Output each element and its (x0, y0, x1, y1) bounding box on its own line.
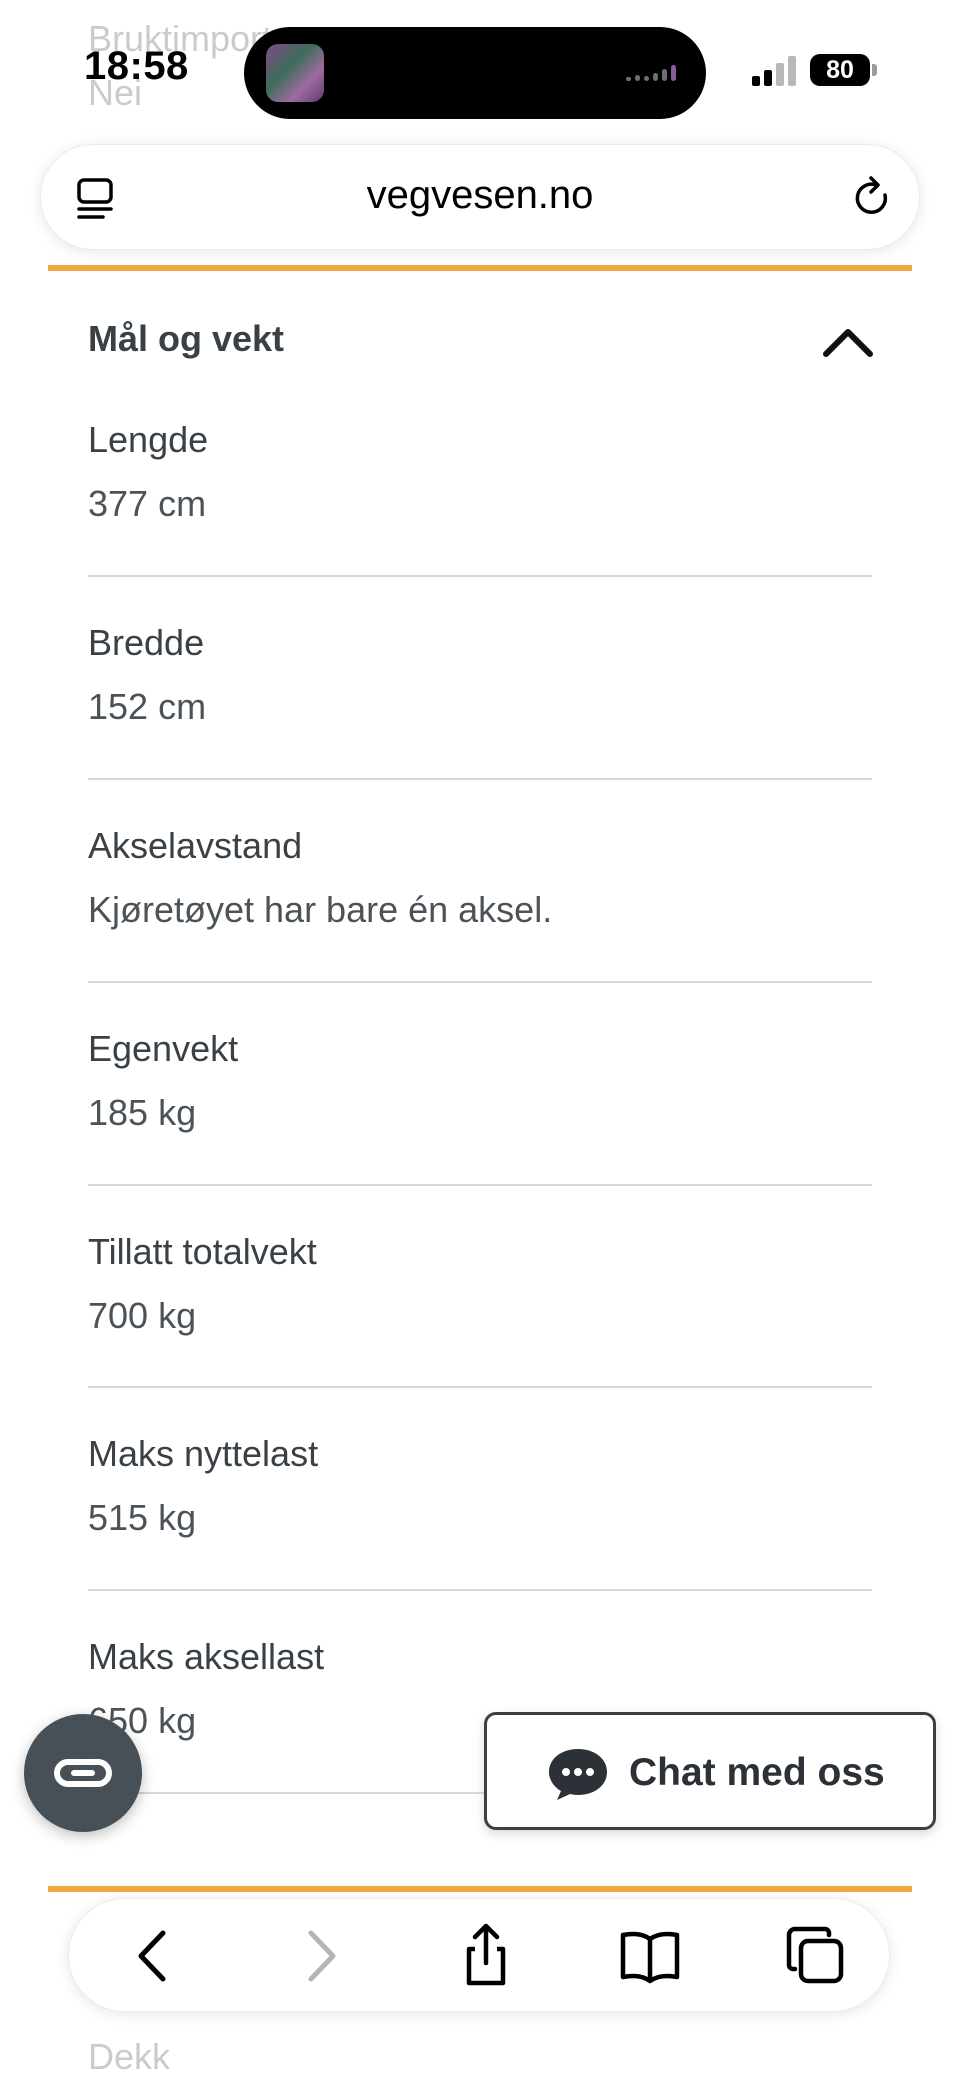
field-label: Bredde (88, 622, 205, 663)
field-value: 185 kg (88, 1092, 197, 1133)
status-bar: 18:58 80 (0, 0, 960, 130)
field-tillatt-totalvekt: Tillatt totalvekt 700 kg (88, 1230, 872, 1338)
battery-cap-icon (872, 64, 877, 76)
divider (88, 1589, 872, 1591)
chat-bubble-icon (549, 1749, 607, 1800)
status-time: 18:58 (84, 44, 189, 88)
field-label: Egenvekt (88, 1028, 239, 1069)
chat-button-label: Chat med oss (629, 1751, 885, 1794)
field-egenvekt: Egenvekt 185 kg (88, 1027, 872, 1135)
field-label: Akselavstand (88, 825, 303, 866)
divider (88, 778, 872, 780)
field-value: 152 cm (88, 686, 207, 727)
share-icon[interactable] (451, 1921, 521, 1991)
field-akselavstand: Akselavstand Kjøretøyet har bare én akse… (88, 824, 872, 932)
field-label: Lengde (88, 419, 209, 460)
cobrowse-button[interactable] (24, 1714, 142, 1832)
accent-divider-top (48, 265, 912, 271)
browser-toolbar (68, 1898, 890, 2012)
reload-icon[interactable] (847, 173, 897, 223)
field-maks-nyttelast: Maks nyttelast 515 kg (88, 1432, 872, 1540)
link-icon (54, 1759, 112, 1787)
section-title[interactable]: Mål og vekt (88, 318, 284, 360)
now-playing-artwork (266, 44, 324, 102)
field-value: 700 kg (88, 1295, 197, 1336)
accent-divider-bottom (48, 1886, 912, 1892)
cellular-signal-icon (752, 56, 798, 86)
divider (88, 981, 872, 983)
tabs-icon[interactable] (781, 1921, 851, 1991)
battery-indicator: 80 (810, 54, 870, 86)
field-label: Maks nyttelast (88, 1433, 319, 1474)
bookmarks-icon[interactable] (615, 1921, 685, 1991)
divider (88, 575, 872, 577)
chat-button[interactable]: Chat med oss (484, 1712, 936, 1830)
forward-icon[interactable] (285, 1921, 355, 1991)
divider (88, 1184, 872, 1186)
field-bredde: Bredde 152 cm (88, 621, 872, 729)
field-value: 377 cm (88, 483, 207, 524)
url-text[interactable]: vegvesen.no (41, 173, 919, 218)
divider (88, 1386, 872, 1388)
chevron-up-icon[interactable] (820, 322, 876, 362)
scrolled-content-bottom: Dekk (88, 2036, 171, 2077)
back-icon[interactable] (119, 1921, 189, 1991)
dynamic-island[interactable] (244, 27, 706, 119)
field-label: Maks aksellast (88, 1636, 325, 1677)
field-lengde: Lengde 377 cm (88, 418, 872, 526)
audio-waveform-icon (626, 65, 682, 81)
address-bar[interactable]: vegvesen.no (40, 144, 920, 250)
field-value: 515 kg (88, 1497, 197, 1538)
field-value: Kjøretøyet har bare én aksel. (88, 889, 553, 930)
field-label: Tillatt totalvekt (88, 1231, 317, 1272)
